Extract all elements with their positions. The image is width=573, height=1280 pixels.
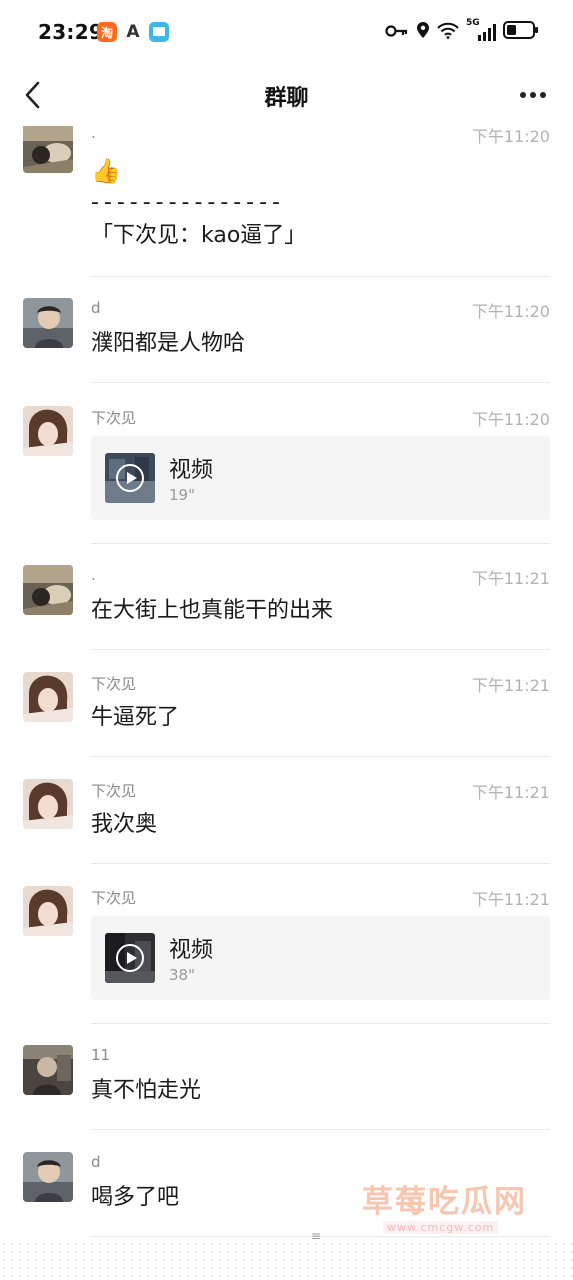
sender-name: 下次见 <box>91 782 137 800</box>
message-item: 下次见 下午11:20 视频 19" <box>0 406 573 544</box>
play-icon <box>116 464 144 492</box>
sender-name: d <box>91 1153 101 1171</box>
video-duration: 38" <box>169 966 195 984</box>
message-item: d 下午11:20 濮阳都是人物哈 <box>0 298 573 384</box>
watermark-url: www.cmcgw.com <box>383 1221 499 1234</box>
page-title: 群聊 <box>264 86 309 111</box>
message-text: 牛逼死了 <box>91 705 180 730</box>
message-time: 下午11:21 <box>471 890 550 909</box>
avatar[interactable] <box>23 672 73 722</box>
divider <box>91 543 550 544</box>
divider <box>91 1023 550 1024</box>
video-label: 视频 <box>169 458 214 483</box>
battery-icon <box>503 20 539 44</box>
message-time: 下午11:21 <box>471 783 550 802</box>
message-text: 喝多了吧 <box>91 1185 180 1210</box>
message-text: 在大街上也真能干的出来 <box>91 598 334 623</box>
avatar[interactable] <box>23 565 73 615</box>
avatar[interactable] <box>23 779 73 829</box>
key-icon <box>385 23 409 42</box>
play-icon <box>116 944 144 972</box>
avatar[interactable] <box>23 886 73 936</box>
message-time: 下午11:20 <box>471 127 550 146</box>
message-text: 濮阳都是人物哈 <box>91 331 246 356</box>
message-item: . 下午11:20 👍 - - - - - - - - - - - - - - … <box>0 126 573 279</box>
message-item: 11 真不怕走光 <box>0 1045 573 1131</box>
divider <box>91 276 550 277</box>
signal-icon: 5G <box>466 18 496 42</box>
avatar[interactable] <box>23 1045 73 1095</box>
watermark: 草莓吃瓜网 <box>362 1184 527 1220</box>
video-message-card[interactable]: 视频 19" <box>91 436 550 520</box>
more-dots-icon <box>520 92 546 98</box>
location-icon <box>416 21 430 43</box>
avatar[interactable] <box>23 298 73 348</box>
avatar[interactable] <box>23 126 73 173</box>
message-text: 我次奥 <box>91 812 158 837</box>
status-bar: 23:29 淘 A 5G <box>0 0 573 64</box>
sender-name: 下次见 <box>91 889 137 907</box>
bottom-area <box>0 1240 573 1280</box>
video-label: 视频 <box>169 938 214 963</box>
video-message-card[interactable]: 视频 38" <box>91 916 550 1000</box>
status-time: 23:29 <box>38 20 104 44</box>
video-thumbnail <box>105 933 155 983</box>
wifi-icon <box>437 22 459 43</box>
divider <box>91 756 550 757</box>
thumbs-up-emoji: 👍 <box>91 157 121 185</box>
message-list[interactable]: . 下午11:20 👍 - - - - - - - - - - - - - - … <box>0 126 573 1240</box>
status-right: 5G <box>385 18 539 44</box>
divider <box>91 649 550 650</box>
sender-name: 下次见 <box>91 675 137 693</box>
sender-name: . <box>91 126 96 142</box>
font-app-icon: A <box>126 22 140 42</box>
avatar[interactable] <box>23 406 73 456</box>
sender-name: . <box>91 566 96 584</box>
message-time: 下午11:20 <box>471 410 550 429</box>
video-duration: 19" <box>169 486 195 504</box>
message-item: 下次见 下午11:21 我次奥 <box>0 779 573 865</box>
nav-bar: 群聊 <box>0 64 573 126</box>
sender-name: 11 <box>91 1046 111 1064</box>
divider <box>91 382 550 383</box>
avatar[interactable] <box>23 1152 73 1202</box>
separator-line: - - - - - - - - - - - - - - - <box>91 190 280 215</box>
sender-name: d <box>91 299 101 317</box>
divider <box>91 863 550 864</box>
quote-text: 「下次见：kao逼了」 <box>91 223 307 248</box>
message-item: 下次见 下午11:21 视频 38" <box>0 886 573 1024</box>
message-item: . 下午11:21 在大街上也真能干的出来 <box>0 565 573 651</box>
more-button[interactable] <box>517 80 549 110</box>
divider <box>91 1129 550 1130</box>
sender-name: 下次见 <box>91 409 137 427</box>
video-thumbnail <box>105 453 155 503</box>
message-time: 下午11:20 <box>471 302 550 321</box>
message-item: 下次见 下午11:21 牛逼死了 <box>0 672 573 758</box>
book-app-icon <box>149 22 169 42</box>
message-time: 下午11:21 <box>471 569 550 588</box>
message-time: 下午11:21 <box>471 676 550 695</box>
message-text: 真不怕走光 <box>91 1078 202 1103</box>
status-app-icons: 淘 A <box>97 22 169 42</box>
taobao-icon: 淘 <box>97 22 117 42</box>
